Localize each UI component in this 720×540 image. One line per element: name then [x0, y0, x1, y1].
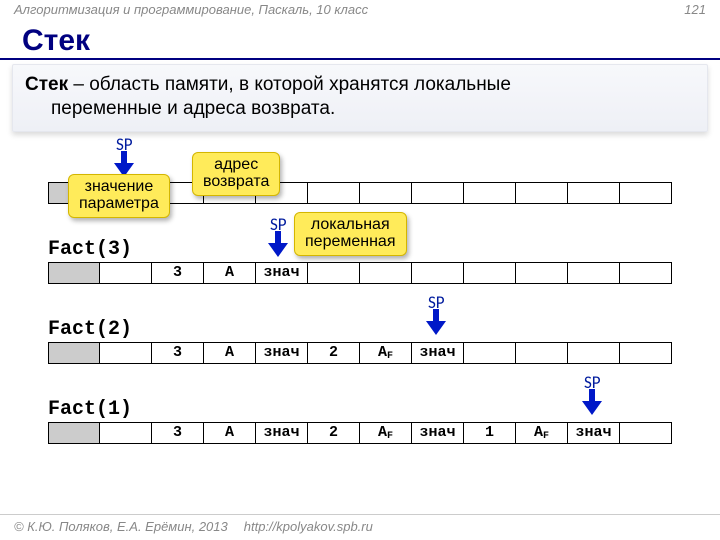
page-title: Стек — [0, 22, 720, 60]
stack-cell — [464, 342, 516, 364]
stack-cell: 3 — [152, 342, 204, 364]
stack-cell — [620, 262, 672, 284]
footer: © К.Ю. Поляков, Е.А. Ерёмин, 2013 http:/… — [0, 514, 720, 540]
stack-row-2: 3 A знач 2 AF знач — [48, 342, 672, 364]
stack-cell: 3 — [152, 422, 204, 444]
stack-cell — [100, 342, 152, 364]
definition-box: Стек – область памяти, в которой хранятс… — [12, 64, 708, 132]
copyright: © К.Ю. Поляков, Е.А. Ерёмин, 2013 — [14, 519, 228, 534]
definition-keyword: Стек — [25, 74, 68, 95]
stack-cell — [516, 182, 568, 204]
stack-cell: 1 — [464, 422, 516, 444]
stack-cell: A — [204, 422, 256, 444]
stack-cell: 2 — [308, 342, 360, 364]
stack-cell — [412, 182, 464, 204]
stack-cell: AF — [360, 422, 412, 444]
callout-param: значение параметра — [68, 174, 170, 218]
stack-cell — [516, 342, 568, 364]
stack-cell — [48, 342, 100, 364]
stack-cell — [464, 182, 516, 204]
stack-cell: AF — [360, 342, 412, 364]
stack-cell — [412, 262, 464, 284]
definition-dash: – — [68, 74, 89, 95]
stack-cell: 3 — [152, 262, 204, 284]
callout-local-var: локальная переменная — [294, 212, 407, 256]
stack-cell — [620, 342, 672, 364]
stack-cell — [360, 262, 412, 284]
stack-cell — [360, 182, 412, 204]
arrow-down-icon — [114, 152, 134, 176]
stack-cell — [568, 342, 620, 364]
stack-cell — [308, 262, 360, 284]
stack-cell: знач — [256, 262, 308, 284]
footer-url: http://kpolyakov.spb.ru — [244, 519, 373, 534]
stack-cell — [568, 262, 620, 284]
page-number: 121 — [684, 2, 706, 22]
definition-line2: переменные и адреса возврата. — [25, 97, 695, 121]
stack-cell: 2 — [308, 422, 360, 444]
stack-cell — [620, 182, 672, 204]
stack-cell — [568, 182, 620, 204]
call-fact1: Fact(1) — [48, 398, 132, 421]
diagram-area: SP значение параметра адрес возврата лок… — [0, 132, 720, 140]
arrow-down-icon — [582, 390, 602, 414]
stack-cell: знач — [412, 342, 464, 364]
stack-cell: знач — [256, 342, 308, 364]
stack-cell: знач — [568, 422, 620, 444]
stack-cell: A — [204, 262, 256, 284]
call-fact3: Fact(3) — [48, 238, 132, 261]
arrow-down-icon — [268, 232, 288, 256]
stack-cell — [48, 262, 100, 284]
arrow-down-icon — [426, 310, 446, 334]
stack-row-1: 3 A знач — [48, 262, 672, 284]
stack-cell: A — [204, 342, 256, 364]
stack-cell — [464, 262, 516, 284]
stack-cell — [100, 422, 152, 444]
stack-cell — [620, 422, 672, 444]
stack-cell: знач — [256, 422, 308, 444]
course-name: Алгоритмизация и программирование, Паска… — [14, 2, 368, 22]
stack-cell — [308, 182, 360, 204]
stack-cell: AF — [516, 422, 568, 444]
callout-return-addr: адрес возврата — [192, 152, 280, 196]
definition-line1: область памяти, в которой хранятся локал… — [89, 74, 511, 95]
stack-cell — [100, 262, 152, 284]
call-fact2: Fact(2) — [48, 318, 132, 341]
stack-cell — [516, 262, 568, 284]
stack-row-3: 3 A знач 2 AF знач 1 AF знач — [48, 422, 672, 444]
stack-cell: знач — [412, 422, 464, 444]
stack-cell — [48, 422, 100, 444]
